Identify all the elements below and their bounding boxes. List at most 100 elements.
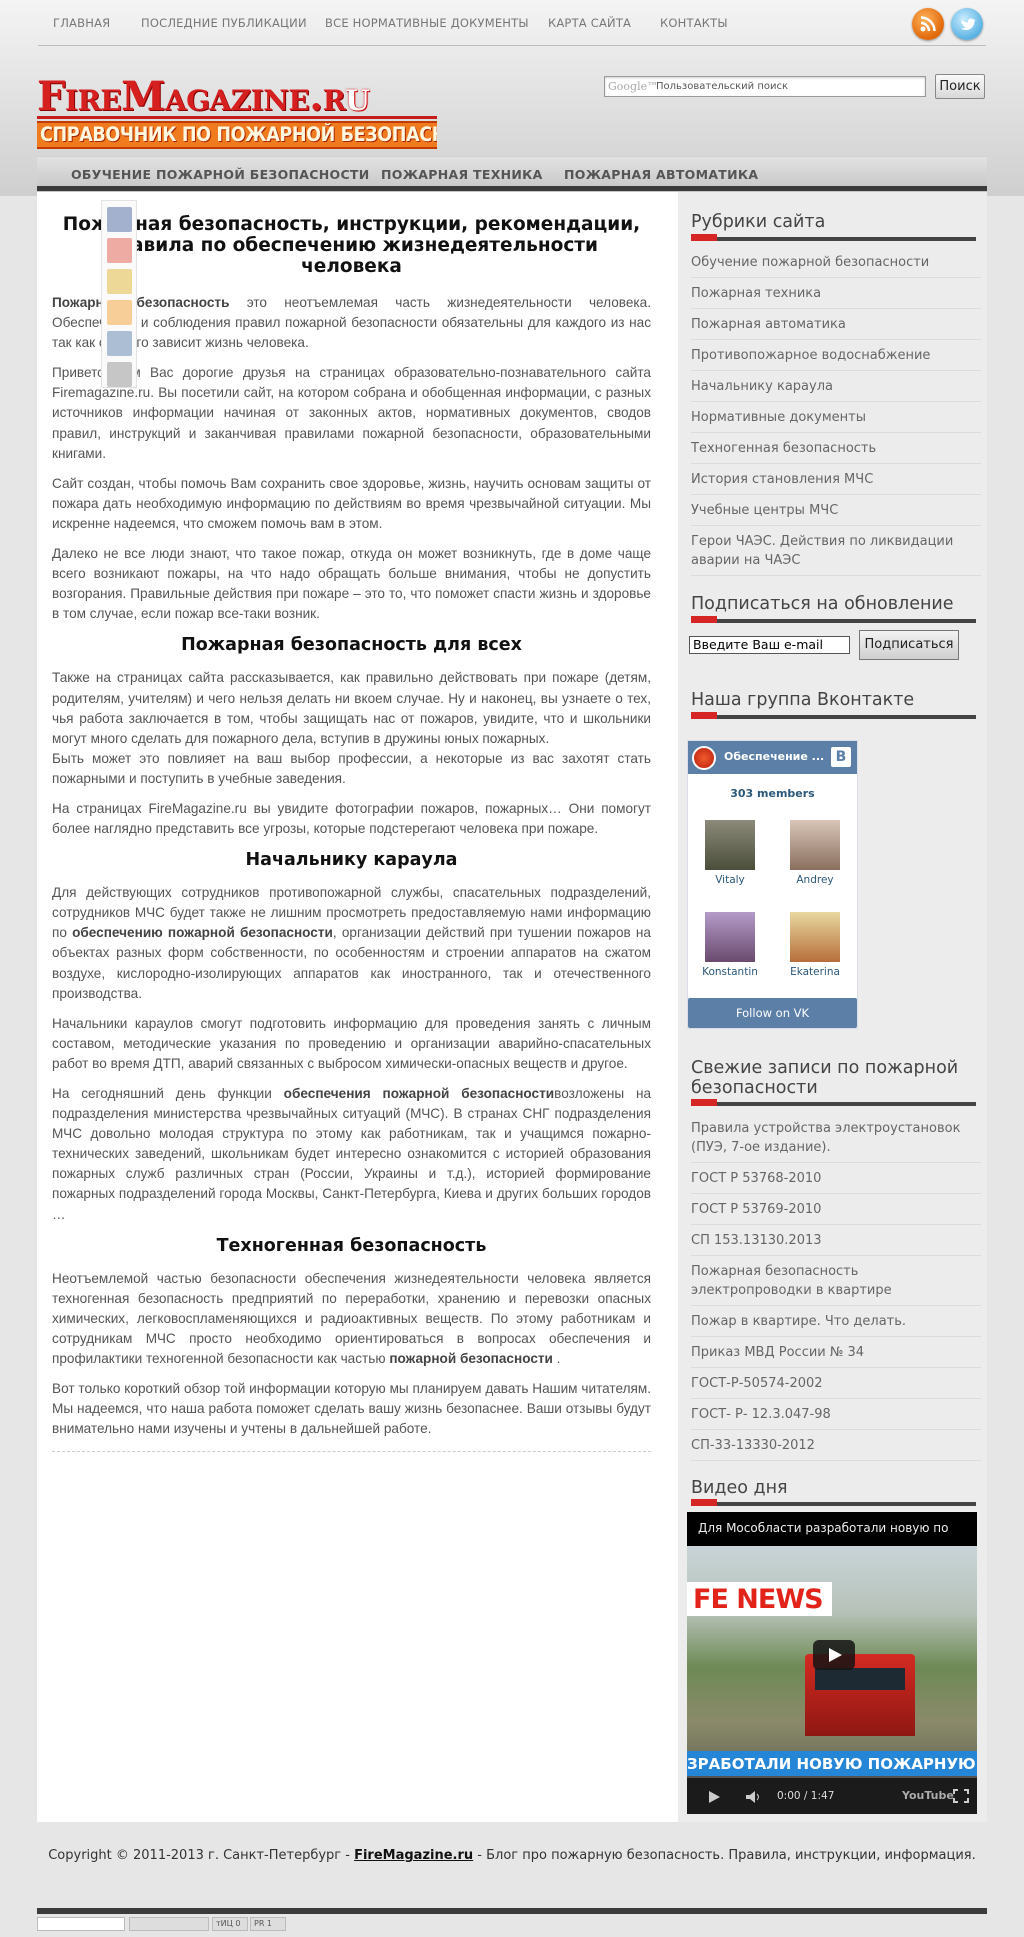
search-input[interactable]: Google™ Пользовательский поиск xyxy=(604,76,926,97)
article-paragraph: Неотъемлемой частью безопасности обеспеч… xyxy=(52,1270,651,1367)
widget-underline xyxy=(691,1499,976,1506)
article-paragraph: Начальники караулов смогут подготовить и… xyxy=(52,1015,651,1071)
article-paragraph: Для действующих сотрудников противопожар… xyxy=(52,885,651,1001)
nav-divider xyxy=(37,186,987,191)
widget-underline xyxy=(691,234,976,241)
footer-site-link[interactable]: FireMagazine.ru xyxy=(354,1848,473,1863)
fe-news-logo: FE NEWS xyxy=(687,1582,832,1616)
twitter-icon[interactable] xyxy=(951,8,983,40)
vk-widget-header[interactable]: Обеспечение ... B xyxy=(688,741,857,774)
article-paragraph: Быть может это повлияет на ваш выбор про… xyxy=(52,750,651,786)
article-paragraph: Далеко не все люди знают, что такое пожа… xyxy=(52,546,651,622)
widget-underline xyxy=(691,1099,976,1106)
topnav-documents-link[interactable]: ВСЕ НОРМАТИВНЫЕ ДОКУМЕНТЫ xyxy=(325,16,529,30)
article-paragraph: Также на страницах сайта рассказывается,… xyxy=(52,670,651,746)
volume-icon[interactable] xyxy=(745,1790,763,1804)
search-button[interactable]: Поиск xyxy=(935,74,985,99)
article-divider xyxy=(52,1451,651,1453)
article-paragraph: Приветствуем Вас дорогие друзья на стран… xyxy=(52,365,651,461)
video-player[interactable]: Для Мособласти разработали новую по FE N… xyxy=(687,1512,977,1814)
pr-counter[interactable]: PR 1 xyxy=(250,1917,286,1931)
footer-divider xyxy=(37,1908,987,1914)
rubric-link[interactable]: Пожарная автоматика xyxy=(691,312,981,340)
top-navigation: ГЛАВНАЯ ПОСЛЕДНИЕ ПУБЛИКАЦИИ ВСЕ НОРМАТИ… xyxy=(38,0,986,46)
article-paragraph: На страницах FireMagazine.ru вы увидите … xyxy=(52,800,651,837)
catnav-equipment-link[interactable]: ПОЖАРНАЯ ТЕХНИКА xyxy=(381,167,543,182)
rubric-link[interactable]: Нормативные документы xyxy=(691,405,981,433)
vk-member[interactable]: Andrey xyxy=(785,820,845,886)
rubrics-list: Обучение пожарной безопасности Пожарная … xyxy=(691,250,981,579)
rss-icon[interactable] xyxy=(912,8,944,40)
search-placeholder: Пользовательский поиск xyxy=(656,81,789,92)
video-time: 0:00 / 1:47 xyxy=(777,1790,835,1802)
video-caption[interactable]: Для Мособласти разработали новую по xyxy=(698,1521,949,1535)
rubric-link[interactable]: Начальнику караула xyxy=(691,374,981,402)
avatar xyxy=(790,912,840,962)
subscribe-title: Подписаться на обновление xyxy=(691,594,954,614)
vkontakte-icon[interactable] xyxy=(107,331,132,356)
video-title: Видео дня xyxy=(691,1478,788,1498)
site-logo[interactable]: FireMagazine.ru СПРАВОЧНИК ПО ПОЖАРНОЙ Б… xyxy=(37,74,437,152)
recent-post-link[interactable]: Пожарная безопасность электропроводки в … xyxy=(691,1259,981,1306)
subscribe-button[interactable]: Подписаться xyxy=(859,630,959,660)
play-icon[interactable] xyxy=(813,1640,855,1670)
catnav-automation-link[interactable]: ПОЖАРНАЯ АВТОМАТИКА xyxy=(564,167,758,182)
recent-post-link[interactable]: Приказ МВД России № 34 xyxy=(691,1340,981,1368)
recent-post-link[interactable]: СП 153.13130.2013 xyxy=(691,1228,981,1256)
vk-member[interactable]: Konstantin xyxy=(700,912,760,978)
logo-underline xyxy=(37,116,437,119)
youtube-logo[interactable]: YouTube xyxy=(902,1789,954,1802)
section-heading: Пожарная безопасность для всех xyxy=(181,635,522,656)
rubric-link[interactable]: Учебные центры МЧС xyxy=(691,498,981,526)
odnoklassniki-icon[interactable] xyxy=(107,300,132,325)
widget-underline xyxy=(691,616,976,623)
rubric-link[interactable]: Противопожарное водоснабжение xyxy=(691,343,981,371)
rubric-link[interactable]: Обучение пожарной безопасности xyxy=(691,250,981,278)
recent-post-link[interactable]: ГОСТ- Р- 12.3.047-98 xyxy=(691,1402,981,1430)
mail-ru-icon[interactable] xyxy=(107,269,132,294)
footer: Copyright © 2011-2013 г. Санкт-Петербург… xyxy=(48,1848,976,1863)
bookmark-icon[interactable] xyxy=(107,362,132,387)
counter-search-field[interactable] xyxy=(37,1917,125,1931)
header: ГЛАВНАЯ ПОСЛЕДНИЕ ПУБЛИКАЦИИ ВСЕ НОРМАТИ… xyxy=(0,0,1024,196)
google-plus-icon[interactable] xyxy=(107,238,132,263)
vk-member[interactable]: Vitaly xyxy=(700,820,760,886)
topnav-latest-link[interactable]: ПОСЛЕДНИЕ ПУБЛИКАЦИИ xyxy=(141,16,307,30)
tic-counter[interactable]: тИЦ 0 xyxy=(212,1917,248,1931)
email-field[interactable]: Введите Ваш e-mail xyxy=(689,636,850,654)
vk-member[interactable]: Ekaterina xyxy=(785,912,845,978)
recent-post-link[interactable]: ГОСТ Р 53769-2010 xyxy=(691,1197,981,1225)
logo-wordmark: FireMagazine.ru xyxy=(37,73,370,120)
rubrics-title: Рубрики сайта xyxy=(691,212,826,232)
article-paragraph: Сайт создан, чтобы помочь Вам сохранить … xyxy=(52,475,651,531)
section-heading: Начальнику караула xyxy=(245,850,458,871)
video-controls: 0:00 / 1:47 YouTube xyxy=(687,1778,977,1814)
vk-group-name: Обеспечение ... xyxy=(724,750,825,763)
topnav-home-link[interactable]: ГЛАВНАЯ xyxy=(53,16,110,30)
rubric-link[interactable]: История становления МЧС xyxy=(691,467,981,495)
recent-post-link[interactable]: ГОСТ Р 53768-2010 xyxy=(691,1166,981,1194)
section-heading: Техногенная безопасность xyxy=(216,1235,487,1256)
topnav-sitemap-link[interactable]: КАРТА САЙТА xyxy=(548,16,631,30)
counter-widget[interactable] xyxy=(129,1917,209,1931)
rubric-link[interactable]: Герои ЧАЭС. Действия по ликвидации авари… xyxy=(691,529,981,576)
recent-post-link[interactable]: Правила устройства электроустановок (ПУЭ… xyxy=(691,1116,981,1163)
article-paragraph: Пожарная безопасность это неотъемлемая ч… xyxy=(52,295,651,351)
play-small-icon[interactable] xyxy=(707,1790,721,1804)
video-banner: ЗРАБОТАЛИ НОВУЮ ПОЖАРНУЮ МАШ xyxy=(687,1751,977,1777)
rubric-link[interactable]: Техногенная безопасность xyxy=(691,436,981,464)
vk-group-title: Наша группа Вконтакте xyxy=(691,690,915,710)
rubric-link[interactable]: Пожарная техника xyxy=(691,281,981,309)
article-title: Пожарная безопасность, инструкции, реком… xyxy=(62,214,641,277)
catnav-training-link[interactable]: ОБУЧЕНИЕ ПОЖАРНОЙ БЕЗОПАСНОСТИ xyxy=(71,167,370,182)
fullscreen-icon[interactable] xyxy=(953,1789,969,1803)
widget-underline xyxy=(691,712,976,719)
topnav-contacts-link[interactable]: КОНТАКТЫ xyxy=(660,16,728,30)
recent-post-link[interactable]: ГОСТ-Р-50574-2002 xyxy=(691,1371,981,1399)
vk-follow-button[interactable]: Follow on VK xyxy=(688,998,857,1028)
recent-post-link[interactable]: СП-33-13330-2012 xyxy=(691,1433,981,1461)
vk-members-count[interactable]: 303 members xyxy=(688,787,857,800)
recent-post-link[interactable]: Пожар в квартире. Что делать. xyxy=(691,1309,981,1337)
facebook-icon[interactable] xyxy=(107,207,132,232)
logo-tagline: СПРАВОЧНИК ПО ПОЖАРНОЙ БЕЗОПАСНОСТИ xyxy=(37,121,437,149)
